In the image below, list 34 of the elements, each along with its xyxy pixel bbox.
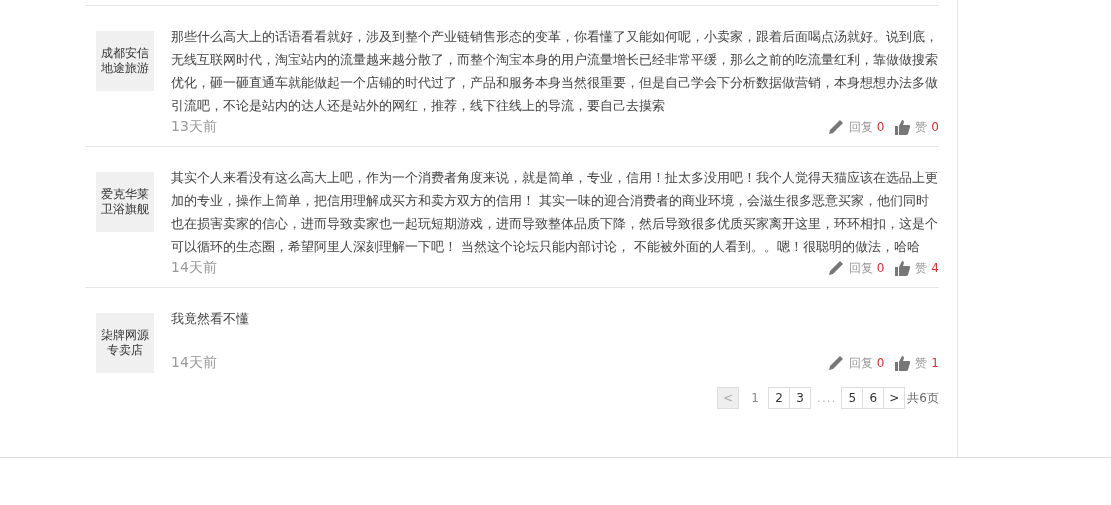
like-count: 4 [931, 261, 939, 275]
comment-time: 14天前 [171, 259, 218, 277]
page-total: 共6页 [907, 389, 939, 407]
author-name: 柒牌网源专卖店 [100, 328, 150, 358]
comment-text: 其实个人来看没有这么高大上吧，作为一个消费者角度来说，就是简单，专业，信用！扯太多没用吧！我个人觉得天猫应该在选品上更加的专业，操作上简单，把信用理解成买方和卖方双方的信用！ 其实一味的迎合消费者的商业环境，会滋生很多恶意买家，他们同时也在损害卖家的信心，进而导致卖家也一起玩短期游戏，进而导致整体品质下降，然后导致很多优质买家离开这里，环环相扣，这是个可以循环的生态圈，希望阿里人深刻理解一下吧！ 当然这个论坛只能内部讨论， 不能被外面的人看到。。嗯！很聪明的做法，哈哈 [171, 169, 939, 256]
page-button[interactable]: 2 [768, 387, 791, 409]
reply-count: 0 [876, 356, 885, 370]
reply-link[interactable]: 回复 [848, 259, 873, 277]
author-name: 爱克华莱卫浴旗舰 [100, 187, 150, 217]
page-button[interactable]: 5 [841, 387, 864, 409]
thumbs-up-icon [894, 354, 912, 372]
like-link[interactable]: 赞 [915, 259, 928, 277]
ellipsis: .... [817, 391, 837, 405]
comment-time: 14天前 [171, 354, 218, 372]
pencil-icon [826, 118, 845, 136]
comment-text: 我竟然看不懂 [171, 310, 250, 328]
like-link[interactable]: 赞 [915, 118, 928, 136]
next-page-button[interactable]: > [883, 387, 906, 409]
reply-link[interactable]: 回复 [848, 354, 873, 372]
pencil-icon [826, 354, 845, 372]
like-count: 0 [931, 120, 939, 134]
thumbs-up-icon [894, 118, 912, 136]
page-button[interactable]: 3 [789, 387, 812, 409]
like-count: 1 [931, 356, 939, 370]
comment-time: 13天前 [171, 118, 218, 136]
pencil-icon [826, 259, 845, 277]
reply-count: 0 [876, 120, 885, 134]
reply-count: 0 [876, 261, 885, 275]
like-link[interactable]: 赞 [915, 354, 928, 372]
thumbs-up-icon [894, 259, 912, 277]
page-button[interactable]: 6 [862, 387, 885, 409]
reply-link[interactable]: 回复 [848, 118, 873, 136]
author-name: 成都安信地途旅游 [100, 46, 150, 76]
comment-text: 那些什么高大上的话语看看就好，涉及到整个产业链销售形态的变革，你看懂了又能如何呢，小卖家，跟着后面喝点汤就好。说到底，无线互联网时代，淘宝站内的流量越来越分散了，而整个淘宝本身的用户流量增长已经非常平缓，那么之前的吃流量红利，靠做做搜索优化，砸一砸直通车就能做起一个店铺的时代过了，产品和服务本身当然很重要，但是自己学会下分析数据做营销，本身想想办法多做引流吧，不论是站内的达人还是站外的网红，推荐，线下往线上的导流，要自己去摸索 [171, 28, 939, 115]
